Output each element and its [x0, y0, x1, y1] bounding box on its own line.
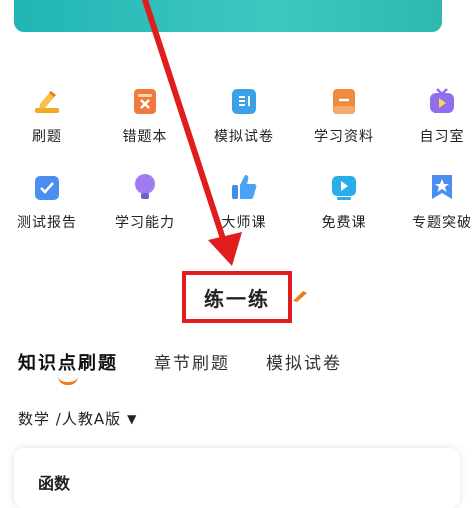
grid-label: 自习室	[419, 129, 465, 145]
caret-down-icon: ▼	[127, 411, 138, 426]
brush-icon	[293, 291, 307, 302]
bulb-icon	[130, 172, 160, 202]
grid-label: 模拟试卷	[214, 129, 274, 145]
grid-label: 大师课	[221, 215, 267, 231]
grid-item-free-class[interactable]: 免费课	[304, 172, 384, 232]
grid-label: 错题本	[122, 129, 168, 145]
exam-icon	[229, 86, 259, 116]
star-icon	[427, 172, 457, 202]
grid-item-materials[interactable]: 学习资料	[304, 86, 384, 146]
book-icon	[329, 86, 359, 116]
pencil-icon	[32, 86, 62, 116]
grid-item-test-report[interactable]: 测试报告	[7, 172, 87, 232]
subject-selector[interactable]: 数学 /人教A版 ▼	[18, 408, 137, 429]
tab-chapters[interactable]: 章节刷题	[154, 349, 230, 375]
grid-label: 学习资料	[314, 129, 374, 145]
grid-label: 测试报告	[17, 215, 77, 231]
grid-label: 专题突破	[412, 215, 472, 231]
top-banner[interactable]	[14, 0, 442, 32]
notebook-icon	[130, 86, 160, 116]
grid-item-practice[interactable]: 刷题	[7, 86, 87, 146]
grid-item-wrong-book[interactable]: 错题本	[105, 86, 185, 146]
practice-section-title-box: 练一练	[182, 271, 292, 323]
tab-knowledge-points[interactable]: 知识点刷题	[18, 349, 118, 375]
grid-item-topic-breakthrough[interactable]: 专题突破	[402, 172, 476, 232]
video-icon	[329, 172, 359, 202]
active-tab-indicator	[58, 376, 78, 385]
tab-mock-exams[interactable]: 模拟试卷	[266, 349, 342, 375]
grid-label: 免费课	[321, 215, 367, 231]
report-icon	[32, 172, 62, 202]
subject-label: 数学 /人教A版	[18, 410, 122, 428]
grid-item-ability[interactable]: 学习能力	[105, 172, 185, 232]
grid-label: 刷题	[32, 129, 62, 145]
practice-tabs: 知识点刷题 章节刷题 模拟试卷	[18, 349, 378, 375]
grid-item-study-room[interactable]: 自习室	[402, 86, 476, 146]
tv-icon	[427, 86, 457, 116]
practice-section-title: 练一练	[204, 286, 270, 311]
grid-item-master-class[interactable]: 大师课	[204, 172, 284, 232]
grid-label: 学习能力	[115, 215, 175, 231]
grid-item-mock-exam[interactable]: 模拟试卷	[204, 86, 284, 146]
knowledge-card[interactable]: 函数	[14, 448, 460, 508]
thumb-icon	[229, 172, 259, 202]
card-title: 函数	[38, 474, 71, 493]
